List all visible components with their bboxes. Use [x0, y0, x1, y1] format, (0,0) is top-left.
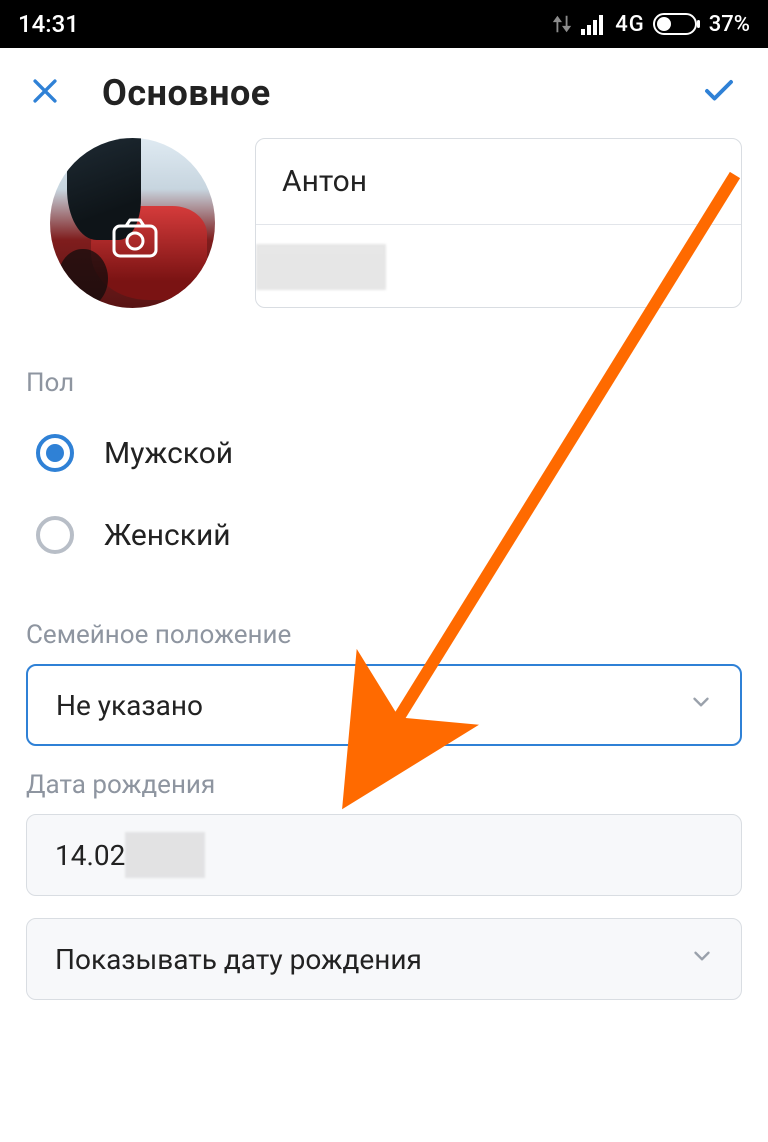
signal-icon: [581, 13, 607, 35]
battery-percent: 37%: [709, 12, 750, 37]
birthdate-visibility-select[interactable]: Показывать дату рождения: [26, 918, 742, 1000]
data-icon: [551, 13, 573, 35]
radio-dot-icon: [36, 516, 74, 554]
relationship-label: Семейное положение: [26, 620, 742, 650]
radio-female[interactable]: Женский: [26, 494, 742, 576]
relationship-value: Не указано: [56, 689, 203, 722]
chevron-down-icon: [689, 943, 715, 976]
page-title: Основное: [102, 72, 271, 114]
check-icon: [698, 73, 740, 109]
gender-label: Пол: [26, 368, 742, 398]
close-button[interactable]: [28, 74, 62, 112]
close-icon: [28, 74, 62, 108]
network-label: 4G: [615, 12, 645, 37]
avatar[interactable]: [50, 138, 215, 308]
first-name-field[interactable]: Антон: [256, 139, 741, 224]
confirm-button[interactable]: [698, 73, 740, 113]
battery-icon: [653, 13, 701, 35]
status-right: 4G 37%: [551, 12, 750, 37]
section-birthdate: Дата рождения 14.02 Показывать дату рожд…: [0, 770, 768, 1000]
name-fields: Антон: [255, 138, 742, 308]
birthdate-field[interactable]: 14.02: [26, 814, 742, 896]
first-name-value: Антон: [282, 164, 367, 199]
camera-icon: [112, 218, 158, 262]
status-time: 14:31: [18, 10, 79, 38]
last-name-field[interactable]: [256, 224, 741, 308]
section-relationship: Семейное положение Не указано: [0, 620, 768, 746]
birthdate-label: Дата рождения: [26, 770, 742, 800]
app-bar: Основное: [0, 48, 768, 138]
radio-male-label: Мужской: [104, 436, 233, 471]
relationship-select[interactable]: Не указано: [26, 664, 742, 746]
birthdate-visibility-label: Показывать дату рождения: [55, 943, 422, 976]
chevron-down-icon: [688, 689, 714, 722]
status-bar: 14:31 4G 37%: [0, 0, 768, 48]
radio-female-label: Женский: [104, 518, 231, 553]
radio-dot-icon: [36, 434, 74, 472]
birthdate-value: 14.02: [55, 839, 125, 872]
section-gender: Пол Мужской Женский: [0, 368, 768, 576]
profile-row: Антон: [0, 138, 768, 308]
radio-male[interactable]: Мужской: [26, 412, 742, 494]
